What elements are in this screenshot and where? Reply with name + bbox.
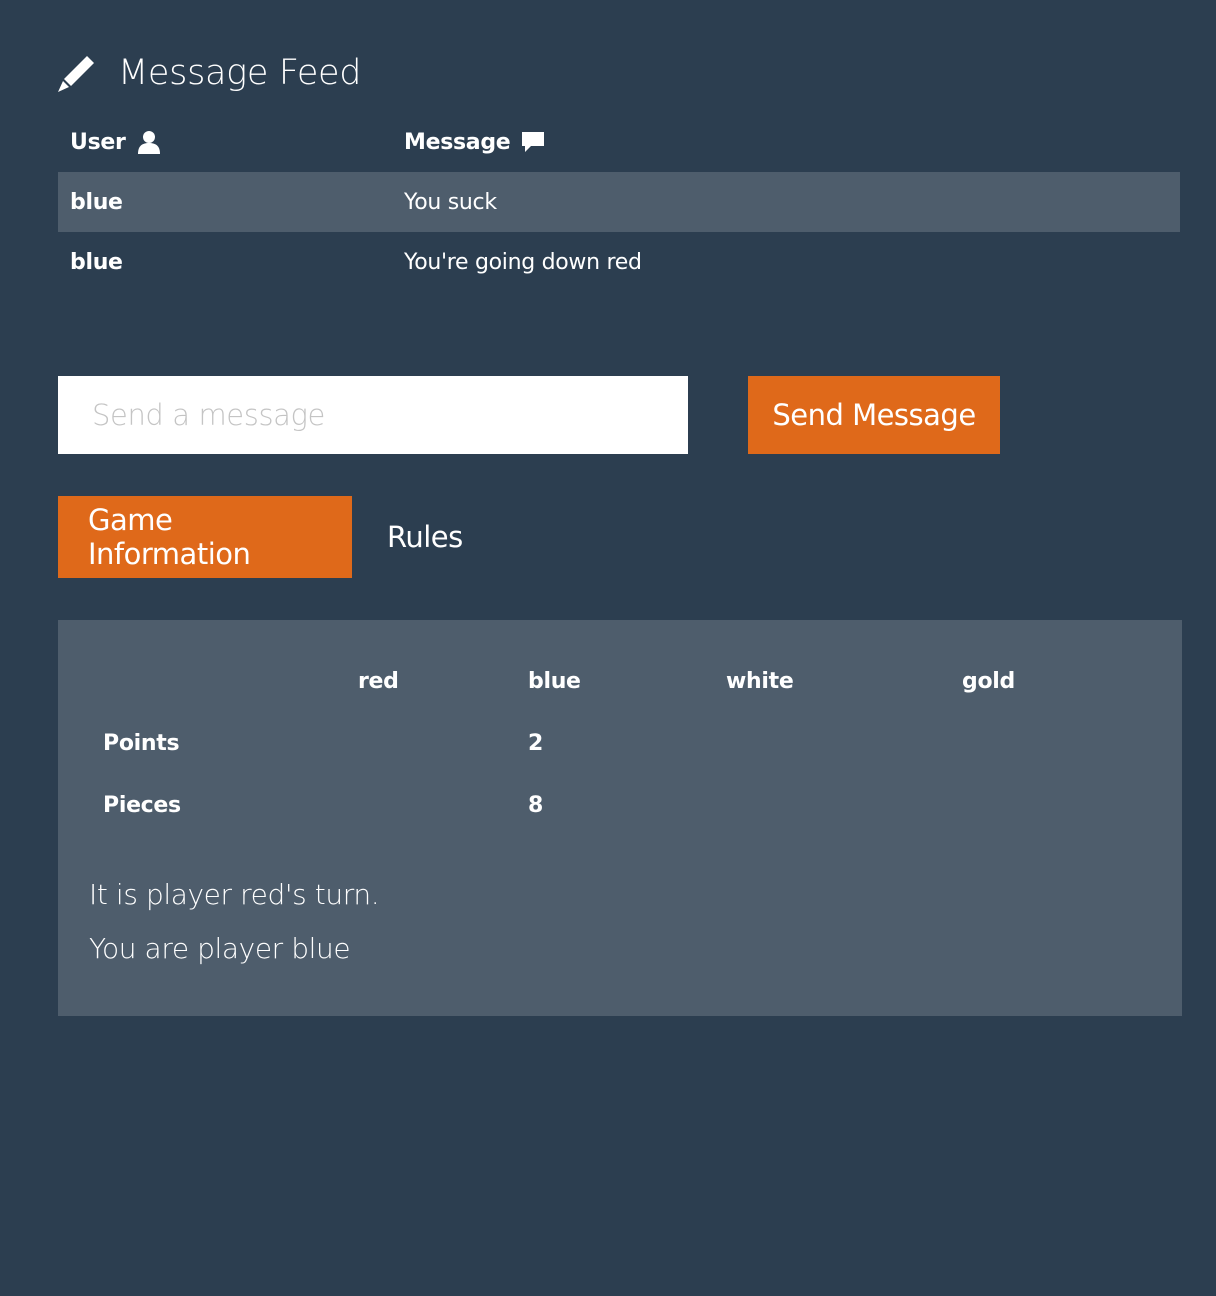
message-user: blue: [70, 249, 123, 275]
message-feed-header: Message Feed: [56, 44, 362, 102]
page-title: Message Feed: [118, 53, 362, 93]
player-header-gold: gold: [962, 668, 1015, 694]
table-row: Points 2: [58, 712, 1182, 774]
score-header-row: red blue white gold: [58, 650, 1182, 712]
message-column-label: Message: [404, 129, 511, 155]
message-table-header: User Message: [58, 112, 1180, 172]
player-header-blue: blue: [528, 668, 581, 694]
send-message-button[interactable]: Send Message: [748, 376, 1000, 454]
message-input[interactable]: [58, 376, 688, 454]
message-table: User Message blue You suck blue You're g…: [58, 112, 1180, 292]
tab-game-information[interactable]: Game Information: [58, 496, 352, 578]
message-text: You're going down red: [404, 249, 642, 275]
table-row: blue You're going down red: [58, 232, 1180, 292]
user-column-header: User: [70, 112, 162, 172]
table-row: blue You suck: [58, 172, 1180, 232]
player-header-white: white: [726, 668, 794, 694]
tab-rules[interactable]: Rules: [352, 496, 498, 578]
row-label-pieces: Pieces: [103, 792, 181, 818]
comment-icon: [520, 129, 546, 155]
table-row: Pieces 8: [58, 774, 1182, 836]
user-icon: [136, 129, 162, 155]
user-column-label: User: [70, 129, 126, 155]
message-text: You suck: [404, 189, 497, 215]
game-info-panel: red blue white gold Points 2 Pieces 8 It…: [58, 620, 1182, 1016]
pencil-icon: [56, 52, 98, 94]
pieces-blue: 8: [528, 792, 544, 818]
player-identity: You are player blue: [89, 932, 351, 965]
turn-status: It is player red's turn.: [89, 878, 380, 911]
message-user: blue: [70, 189, 123, 215]
info-tabs: Game Information Rules: [58, 496, 498, 578]
row-label-points: Points: [103, 730, 180, 756]
message-column-header: Message: [404, 112, 546, 172]
points-blue: 2: [528, 730, 544, 756]
player-header-red: red: [358, 668, 399, 694]
score-table: red blue white gold Points 2 Pieces 8: [58, 650, 1182, 836]
